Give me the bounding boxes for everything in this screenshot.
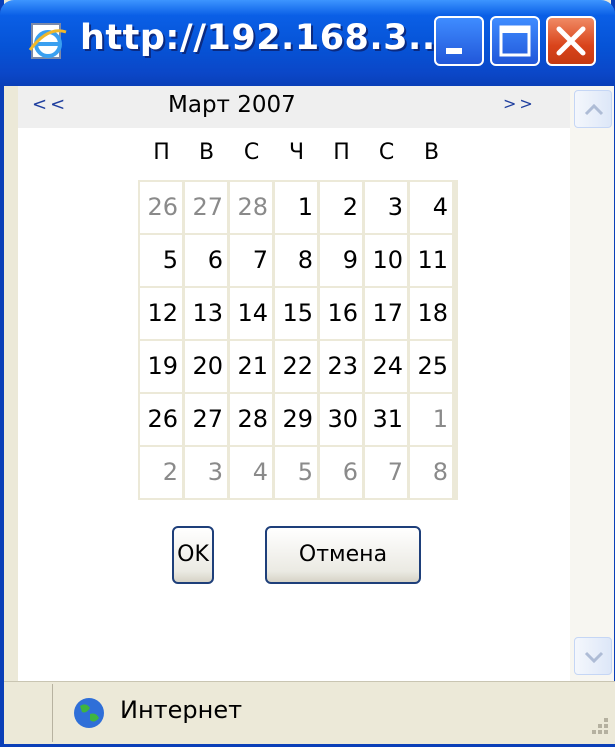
- day-cell[interactable]: 3: [365, 182, 407, 233]
- globe-icon: [74, 698, 104, 728]
- day-cell[interactable]: 14: [230, 288, 272, 339]
- day-cell[interactable]: 19: [140, 341, 182, 392]
- day-cell[interactable]: 5: [140, 235, 182, 286]
- day-cell[interactable]: 4: [410, 182, 452, 233]
- resize-grip-icon[interactable]: [584, 710, 612, 738]
- ie-page-icon: [28, 23, 67, 59]
- day-cell-other-month[interactable]: 8: [410, 447, 452, 498]
- day-cell[interactable]: 15: [275, 288, 317, 339]
- day-cell[interactable]: 10: [365, 235, 407, 286]
- day-cell[interactable]: 12: [140, 288, 182, 339]
- day-cell-other-month[interactable]: 2: [140, 447, 182, 498]
- day-cell[interactable]: 21: [230, 341, 272, 392]
- day-cell[interactable]: 11: [410, 235, 452, 286]
- day-cell[interactable]: 1: [275, 182, 317, 233]
- day-cell[interactable]: 9: [320, 235, 362, 286]
- weekday-label: С: [243, 140, 260, 165]
- day-cell-other-month[interactable]: 1: [410, 394, 452, 445]
- previous-month-link[interactable]: <<: [32, 94, 68, 115]
- cancel-button[interactable]: Отмена: [265, 526, 421, 584]
- day-cell-other-month[interactable]: 6: [320, 447, 362, 498]
- day-cell-other-month[interactable]: 7: [365, 447, 407, 498]
- day-cell[interactable]: 29: [275, 394, 317, 445]
- weekday-label: С: [378, 140, 395, 165]
- day-cell[interactable]: 22: [275, 341, 317, 392]
- day-cell[interactable]: 23: [320, 341, 362, 392]
- day-cell[interactable]: 6: [185, 235, 227, 286]
- day-cell[interactable]: 16: [320, 288, 362, 339]
- day-cell[interactable]: 24: [365, 341, 407, 392]
- day-cell[interactable]: 27: [185, 394, 227, 445]
- day-cell[interactable]: 8: [275, 235, 317, 286]
- next-month-link[interactable]: >>: [503, 94, 536, 113]
- maximize-icon: [499, 25, 531, 57]
- weekday-label: Ч: [288, 140, 305, 165]
- scroll-up-button[interactable]: [574, 90, 612, 128]
- day-cell[interactable]: 2: [320, 182, 362, 233]
- weekday-label: П: [153, 140, 170, 165]
- weekday-label: В: [198, 140, 215, 165]
- day-cell[interactable]: 13: [185, 288, 227, 339]
- page-content: << Март 2007 >> ПВСЧПСВ 26 27 28 1 2 3 4 5 6 7 8 9 1…: [18, 86, 570, 681]
- day-cell-other-month[interactable]: 3: [185, 447, 227, 498]
- minimize-button[interactable]: [434, 16, 484, 66]
- day-cell[interactable]: 17: [365, 288, 407, 339]
- day-cell-other-month[interactable]: 27: [185, 182, 227, 233]
- day-cell-other-month[interactable]: 26: [140, 182, 182, 233]
- month-label: Март 2007: [168, 92, 296, 118]
- close-icon: [556, 26, 586, 56]
- popup-window: http://192.168.3.... << Март 2007 >> П В С…: [0, 0, 615, 747]
- day-cell[interactable]: 26: [140, 394, 182, 445]
- chevron-up-icon: [584, 103, 604, 116]
- day-cell[interactable]: 30: [320, 394, 362, 445]
- vertical-scrollbar[interactable]: [570, 86, 614, 681]
- status-bar: Интернет: [4, 681, 615, 744]
- close-button[interactable]: [546, 16, 596, 66]
- weekday-label: В: [423, 140, 440, 165]
- title-bar[interactable]: http://192.168.3....: [0, 0, 615, 86]
- ok-button[interactable]: OK: [172, 526, 214, 584]
- chevron-down-icon: [584, 651, 604, 664]
- day-cell-other-month[interactable]: 5: [275, 447, 317, 498]
- day-cell[interactable]: 28: [230, 394, 272, 445]
- security-zone-label: Интернет: [120, 696, 243, 724]
- window-title: http://192.168.3....: [80, 18, 464, 58]
- day-cell[interactable]: 25: [410, 341, 452, 392]
- maximize-button[interactable]: [490, 16, 540, 66]
- month-navigation: << Март 2007 >>: [18, 86, 570, 128]
- day-cell-other-month[interactable]: 4: [230, 447, 272, 498]
- day-cell[interactable]: 18: [410, 288, 452, 339]
- scroll-down-button[interactable]: [574, 637, 612, 675]
- day-cell[interactable]: 31: [365, 394, 407, 445]
- status-pane: [4, 684, 53, 742]
- minimize-icon: [446, 48, 462, 54]
- day-cell[interactable]: 7: [230, 235, 272, 286]
- day-cell-other-month[interactable]: 28: [230, 182, 272, 233]
- calendar-grid: 26 27 28 1 2 3 4 5 6 7 8 9 10 11 12 13 14 15 16 17 18 19 20 21 2…: [138, 180, 458, 500]
- day-cell[interactable]: 20: [185, 341, 227, 392]
- weekday-label: П: [333, 140, 350, 165]
